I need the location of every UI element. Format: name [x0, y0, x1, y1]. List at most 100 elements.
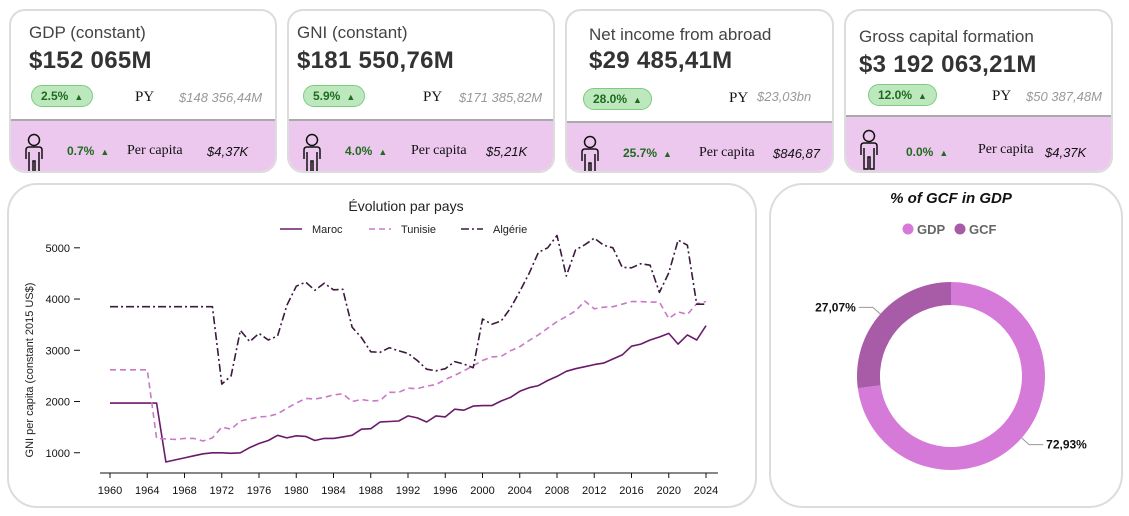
per-capita-label: Per capita — [127, 143, 183, 158]
x-tick-label: 2016 — [619, 485, 643, 497]
chart-legend: Maroc Tunisie Algérie — [280, 224, 527, 236]
legend-label: GDP — [917, 222, 946, 237]
donut-title: % of GCF in GDP — [890, 190, 1013, 207]
triangle-up-icon: ▲ — [100, 147, 110, 157]
kpi-card-net-income: Net income from abroad $29 485,41M 28.0%… — [565, 9, 834, 173]
legend-label: Algérie — [493, 224, 527, 236]
py-value: $148 356,44M — [179, 90, 263, 105]
x-tick-label: 2012 — [582, 485, 606, 497]
py-value: $171 385,82M — [459, 90, 543, 105]
per-capita-change-text: 25.7% — [623, 146, 658, 160]
x-tick-label: 2008 — [545, 485, 569, 497]
donut-labels: 72,93% 27,07% — [815, 300, 1087, 451]
per-capita-label: Per capita — [978, 142, 1034, 157]
change-text: 5.9% — [313, 89, 341, 103]
kpi-card-gni: GNI (constant) $181 550,76M 5.9% ▲ PY $17… — [287, 9, 555, 173]
change-badge: 28.0% ▲ — [583, 88, 652, 110]
x-tick-label: 1988 — [359, 485, 383, 497]
y-tick-label: 5000 — [46, 243, 70, 255]
donut-chart: % of GCF in GDP GDP GCF 72,93% 27,07% — [815, 190, 1087, 470]
triangle-up-icon: ▲ — [939, 148, 949, 158]
per-capita-value: $4,37K — [1045, 145, 1087, 160]
per-capita-change: 0.0% ▲ — [906, 145, 948, 159]
legend-label: GCF — [969, 222, 997, 237]
x-tick-label: 1976 — [247, 485, 271, 497]
py-label: PY — [423, 89, 443, 105]
per-capita-change: 0.7% ▲ — [67, 144, 109, 158]
donut-value-label: 27,07% — [815, 300, 856, 314]
kpi-value: $29 485,41M — [589, 47, 733, 74]
kpi-card-gdp: GDP (constant) $152 065M 2.5% ▲ PY $148 3… — [9, 9, 277, 173]
change-text: 12.0% — [878, 88, 913, 102]
kpi-value: $152 065M — [29, 47, 152, 74]
kpi-title: GDP (constant) — [29, 23, 146, 42]
legend-dot — [954, 223, 966, 235]
x-tick-label: 1972 — [210, 485, 234, 497]
triangle-up-icon: ▲ — [918, 91, 927, 101]
triangle-up-icon: ▲ — [633, 95, 642, 105]
x-tick-label: 1980 — [284, 485, 308, 497]
label-leader-line — [1021, 437, 1044, 446]
kpi-value: $3 192 063,21M — [859, 51, 1037, 78]
per-capita-band: 25.7% ▲ Per capita $846,87 — [567, 121, 832, 171]
triangle-up-icon: ▲ — [74, 92, 84, 102]
person-icon — [25, 133, 43, 171]
legend-dot — [902, 223, 914, 235]
x-tick-label: 1968 — [172, 485, 196, 497]
donut-legend: GDP GCF — [902, 222, 997, 237]
per-capita-value: $5,21K — [486, 144, 528, 159]
person-icon — [581, 135, 599, 171]
person-icon — [303, 133, 321, 171]
x-tick-label: 1960 — [98, 485, 122, 497]
y-tick-label: 3000 — [46, 345, 70, 357]
line-chart: Évolution par pays Maroc Tunisie Algérie G… — [24, 198, 718, 497]
triangle-up-icon: ▲ — [346, 92, 356, 102]
series-line-tunisie — [110, 300, 707, 442]
series-line-maroc — [110, 325, 707, 463]
change-badge: 12.0% ▲ — [868, 84, 937, 106]
change-text: 28.0% — [593, 92, 628, 106]
y-tick-label: 4000 — [46, 294, 70, 306]
x-tick-label: 1992 — [396, 485, 420, 497]
x-tick-label: 2020 — [657, 485, 681, 497]
per-capita-change: 4.0% ▲ — [345, 144, 387, 158]
x-tick-label: 1964 — [135, 485, 159, 497]
py-label: PY — [135, 89, 155, 105]
y-tick-label: 1000 — [46, 448, 70, 460]
x-tick-label: 2004 — [508, 485, 532, 497]
per-capita-value: $846,87 — [773, 146, 820, 161]
per-capita-change-text: 4.0% — [345, 144, 373, 158]
per-capita-change: 25.7% ▲ — [623, 146, 672, 160]
kpi-title: Gross capital formation — [859, 27, 1034, 46]
change-text: 2.5% — [41, 89, 69, 103]
donut-value-label: 72,93% — [1046, 438, 1087, 452]
y-axis-ticks: 1000 2000 3000 4000 5000 — [46, 243, 80, 460]
person-icon — [860, 129, 878, 170]
py-value: $50 387,48M — [1026, 89, 1102, 104]
per-capita-change-text: 0.7% — [67, 144, 95, 158]
series-line-algrie — [110, 234, 706, 385]
per-capita-label: Per capita — [411, 143, 467, 158]
py-label: PY — [729, 90, 749, 106]
x-tick-label: 2000 — [470, 485, 494, 497]
per-capita-band: 4.0% ▲ Per capita $5,21K — [289, 119, 553, 171]
per-capita-band: 0.0% ▲ Per capita $4,37K — [846, 115, 1111, 171]
kpi-title: GNI (constant) — [297, 23, 408, 42]
kpi-card-gcf: Gross capital formation $3 192 063,21M 1… — [844, 9, 1113, 173]
x-tick-label: 1996 — [433, 485, 457, 497]
py-value: $23,03bn — [757, 89, 812, 104]
kpi-value: $181 550,76M — [297, 47, 455, 74]
triangle-up-icon: ▲ — [378, 147, 388, 157]
donut-slices — [857, 282, 1045, 470]
chart-title: Évolution par pays — [348, 198, 463, 214]
change-badge: 2.5% ▲ — [31, 85, 94, 107]
per-capita-band: 0.7% ▲ Per capita $4,37K — [11, 119, 275, 171]
chart-lines — [110, 234, 707, 463]
x-axis-ticks: 1960 1964 1968 1972 1976 1980 1984 1988 1992 1996… — [98, 473, 718, 497]
py-label: PY — [992, 88, 1012, 104]
donut-slice-gcf — [857, 282, 951, 389]
y-tick-label: 2000 — [46, 397, 70, 409]
per-capita-value: $4,37K — [207, 144, 249, 159]
legend-label: Tunisie — [401, 224, 436, 236]
kpi-title: Net income from abroad — [589, 25, 772, 44]
